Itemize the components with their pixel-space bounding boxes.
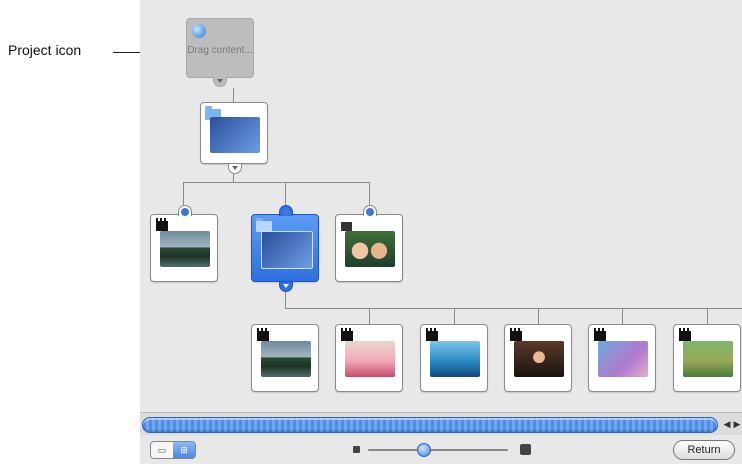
tree-view-icon[interactable]: ⊞ [173, 442, 195, 458]
scroll-right-arrow-icon[interactable]: ▶ [732, 418, 742, 430]
connector-line [369, 308, 370, 324]
zoom-out-icon[interactable] [353, 446, 360, 453]
connector-line [285, 182, 286, 206]
slideshow-icon [341, 222, 352, 231]
question-badge-icon [178, 205, 192, 216]
movie-node[interactable] [673, 324, 741, 392]
zoom-in-icon[interactable] [520, 444, 531, 455]
main-menu-thumbnail [210, 117, 260, 153]
movie-node[interactable] [420, 324, 488, 392]
connector-line [369, 182, 370, 206]
connector-line [454, 308, 455, 324]
zoom-slider[interactable] [368, 449, 508, 451]
project-node[interactable]: Drag content... [186, 18, 254, 87]
connector-line [285, 292, 286, 308]
kids-thumbnail [345, 341, 395, 377]
expand-triangle-icon[interactable] [279, 282, 293, 292]
return-button[interactable]: Return [673, 440, 735, 460]
connector-line [285, 308, 742, 309]
connector-line [707, 308, 708, 324]
movie-node[interactable] [504, 324, 572, 392]
boat-thumbnail [160, 231, 210, 267]
movie-clapper-icon [679, 328, 691, 341]
main-menu-node[interactable] [200, 102, 268, 174]
map-canvas[interactable]: Drag content... [140, 0, 742, 412]
zoom-slider-thumb[interactable] [417, 443, 431, 457]
callout-label: Project icon [8, 42, 82, 58]
horizontal-scrollbar[interactable]: ◀ ▶ [140, 412, 742, 435]
drag-content-label: Drag content... [187, 45, 253, 56]
faces-thumbnail [345, 231, 395, 267]
expand-triangle-icon[interactable] [213, 77, 227, 87]
list-view-icon[interactable]: ▭ [151, 442, 173, 458]
movie-clapper-icon [594, 328, 606, 341]
connector-line [183, 182, 369, 183]
scroll-left-arrow-icon[interactable]: ◀ [722, 418, 732, 430]
surf-thumbnail [430, 341, 480, 377]
pool-thumbnail [598, 341, 648, 377]
scroll-thumb[interactable] [142, 417, 718, 433]
submenu-thumbnail [261, 231, 313, 269]
movie-clapper-icon [156, 218, 168, 231]
expand-triangle-icon[interactable] [228, 164, 242, 174]
movie-clapper-icon [510, 328, 522, 341]
connector-line [233, 88, 234, 102]
movie-clapper-icon [257, 328, 269, 341]
connector-line [183, 182, 184, 206]
view-toggle[interactable]: ▭ ⊞ [150, 441, 196, 459]
bottom-toolbar: ▭ ⊞ Return [140, 435, 742, 464]
selected-submenu-node[interactable] [251, 205, 319, 292]
question-badge-icon [363, 205, 377, 216]
slideshow-node[interactable] [335, 205, 403, 282]
movie-node[interactable] [588, 324, 656, 392]
connector-line [538, 308, 539, 324]
girl-thumbnail [514, 341, 564, 377]
movie-clapper-icon [426, 328, 438, 341]
question-badge-icon [279, 205, 293, 216]
connector-line [233, 174, 234, 182]
family-thumbnail [683, 341, 733, 377]
movie-node[interactable] [251, 324, 319, 392]
movie-clapper-icon [341, 328, 353, 341]
movie-node[interactable] [335, 324, 403, 392]
project-icon [192, 24, 206, 38]
movie-node[interactable] [150, 205, 218, 282]
connector-line [622, 308, 623, 324]
boat-thumbnail [261, 341, 311, 377]
